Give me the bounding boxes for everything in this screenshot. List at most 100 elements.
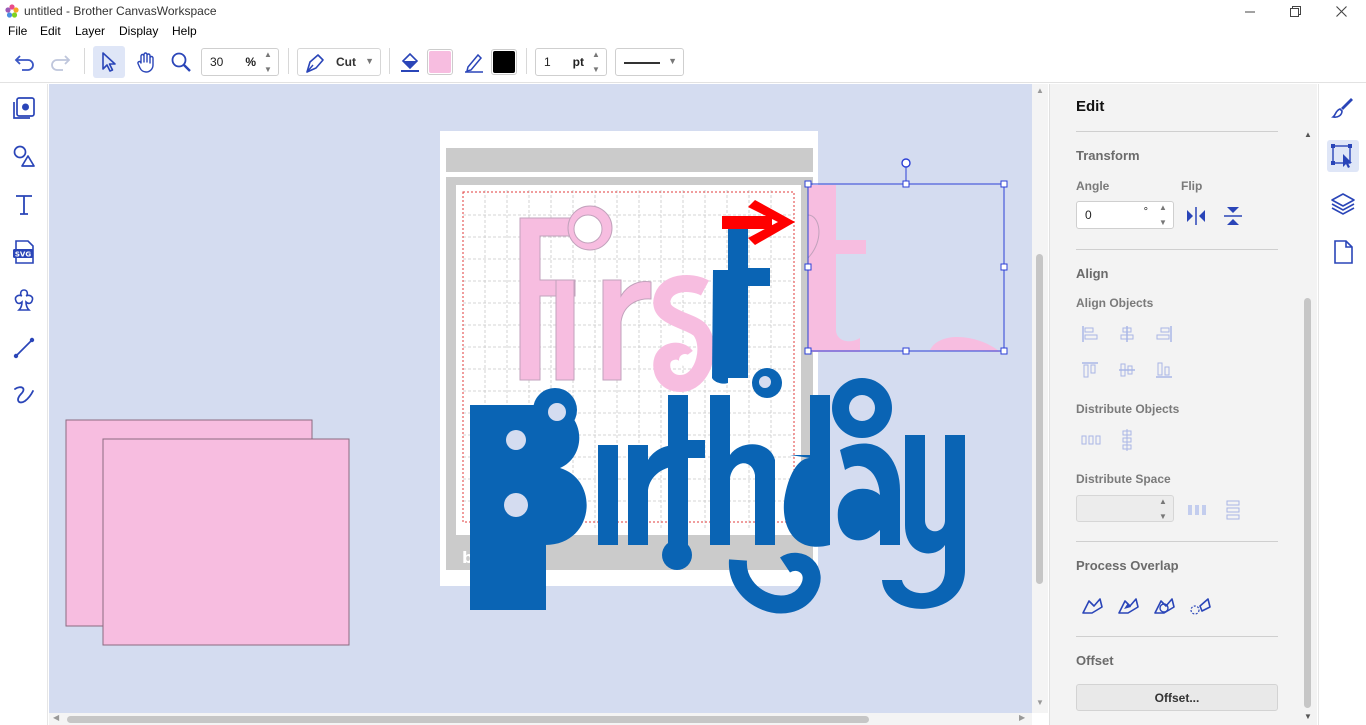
pink-square-front[interactable] (102, 438, 350, 646)
resize-handle[interactable] (1000, 263, 1008, 271)
undo-icon (14, 55, 34, 71)
restore-button[interactable] (1272, 0, 1318, 23)
menu-edit[interactable]: Edit (40, 24, 61, 38)
zoom-stepper[interactable]: ▲ ▼ (260, 50, 276, 74)
freehand-tool-button[interactable] (8, 380, 40, 412)
intersect-button[interactable] (1114, 592, 1142, 618)
panel-scrollbar[interactable]: ▲ ▼ (1302, 130, 1314, 725)
zoom-tool-button[interactable] (166, 46, 196, 78)
templates-button[interactable] (8, 92, 40, 124)
align-top-button[interactable] (1078, 358, 1102, 382)
line-color-swatch[interactable] (491, 49, 517, 75)
resize-handle[interactable] (804, 347, 812, 355)
undo-button[interactable] (10, 47, 40, 77)
pan-tool-button[interactable] (131, 46, 161, 78)
left-toolbar: SVG (0, 84, 48, 725)
menu-file[interactable]: File (8, 24, 27, 38)
align-left-icon (1082, 326, 1098, 342)
scroll-right-icon[interactable]: ▶ (1019, 713, 1025, 722)
line-style-dropdown[interactable]: ▼ (615, 48, 684, 76)
fill-color-chip (429, 51, 451, 73)
fill-color-tool[interactable] (396, 47, 424, 77)
panel-scroll-thumb[interactable] (1304, 298, 1311, 708)
solid-line-icon (624, 62, 660, 64)
align-center-button[interactable] (1115, 322, 1139, 346)
letter-i[interactable] (555, 279, 575, 381)
svg-import-button[interactable]: SVG (8, 236, 40, 268)
angle-unit: ° (1143, 206, 1148, 218)
space-horizontal-button[interactable] (1185, 498, 1209, 522)
edit-panel: Edit Transform Angle Flip 0 ° ▲ ▼ Align A… (1049, 84, 1317, 725)
canvas-vertical-scrollbar[interactable]: ▲ ▼ (1032, 84, 1048, 713)
line-width-stepper[interactable]: ▲ ▼ (588, 50, 604, 74)
close-button[interactable] (1318, 0, 1364, 23)
flip-horizontal-button[interactable] (1184, 204, 1208, 228)
panel-title: Edit (1076, 98, 1105, 115)
layers-panel-button[interactable] (1327, 188, 1359, 220)
letter-b-counter (506, 430, 526, 450)
resize-handle[interactable] (804, 263, 812, 271)
zoom-input[interactable]: 30 % ▲ ▼ (201, 48, 279, 76)
line-width-input[interactable]: 1 pt ▲ ▼ (535, 48, 607, 76)
menu-help[interactable]: Help (172, 24, 197, 38)
toolbar-separator (389, 48, 390, 74)
scroll-left-icon[interactable]: ◀ (53, 713, 59, 722)
scroll-down-icon[interactable]: ▼ (1304, 712, 1312, 721)
menu-layer[interactable]: Layer (75, 24, 105, 38)
canvas-horizontal-scrollbar[interactable]: ◀ ▶ (49, 713, 1032, 725)
angle-stepper[interactable]: ▲ ▼ (1155, 203, 1171, 227)
paint-bucket-icon (401, 52, 419, 72)
selected-letter-t[interactable] (808, 185, 866, 352)
align-bottom-button[interactable] (1152, 358, 1176, 382)
resize-handle[interactable] (1000, 347, 1008, 355)
scroll-down-icon[interactable]: ▼ (1036, 698, 1044, 707)
resize-handle[interactable] (902, 347, 910, 355)
divide-button[interactable] (1186, 592, 1214, 618)
offset-button[interactable]: Offset... (1076, 684, 1278, 711)
resize-handle[interactable] (902, 180, 910, 188)
mode-dropdown[interactable]: Cut ▼ (297, 48, 381, 76)
scroll-up-icon[interactable]: ▲ (1304, 130, 1312, 139)
space-vertical-button[interactable] (1221, 498, 1245, 522)
text-icon (16, 195, 32, 215)
minimize-button[interactable] (1227, 0, 1273, 23)
distribute-horizontal-button[interactable] (1078, 428, 1104, 452)
selected-swirl-fragment[interactable] (930, 337, 1000, 352)
cloud-button[interactable] (8, 284, 40, 316)
resize-handle[interactable] (1000, 180, 1008, 188)
align-left-button[interactable] (1078, 322, 1102, 346)
align-right-button[interactable] (1152, 322, 1176, 346)
align-middle-button[interactable] (1115, 358, 1139, 382)
transform-panel-button[interactable] (1327, 140, 1359, 172)
horizontal-scroll-thumb[interactable] (67, 716, 869, 723)
menu-display[interactable]: Display (119, 24, 158, 38)
distribute-space-input[interactable]: ▲ ▼ (1076, 495, 1174, 522)
shapes-button[interactable] (8, 140, 40, 172)
weld-button[interactable] (1078, 592, 1106, 618)
canvas-drawing[interactable]: brother (49, 84, 1032, 713)
design-canvas[interactable]: brother (49, 84, 1032, 713)
select-tool-button[interactable] (93, 46, 125, 78)
letter-b-tail[interactable] (470, 540, 546, 610)
scroll-up-icon[interactable]: ▲ (1036, 86, 1044, 95)
text-button[interactable] (8, 188, 40, 220)
chevron-down-icon: ▼ (365, 56, 374, 66)
distribute-space-stepper[interactable]: ▲ ▼ (1155, 497, 1171, 521)
letter-a-hole (849, 395, 875, 421)
rotate-handle[interactable] (901, 158, 911, 168)
line-tool-button[interactable] (8, 332, 40, 364)
edit-panel-button[interactable] (1327, 92, 1359, 124)
flip-vertical-button[interactable] (1221, 204, 1245, 228)
angle-input[interactable]: 0 ° ▲ ▼ (1076, 201, 1174, 229)
exclude-button[interactable] (1150, 592, 1178, 618)
fill-color-swatch[interactable] (427, 49, 453, 75)
letter-i2[interactable] (598, 445, 618, 545)
redo-button[interactable] (45, 47, 75, 77)
resize-handle[interactable] (804, 180, 812, 188)
letter-a[interactable] (837, 443, 900, 545)
distribute-vertical-button[interactable] (1115, 428, 1139, 452)
page-panel-button[interactable] (1327, 236, 1359, 268)
line-color-tool[interactable] (460, 47, 488, 77)
vertical-scroll-thumb[interactable] (1036, 254, 1043, 584)
selected-object[interactable] (807, 185, 1000, 352)
